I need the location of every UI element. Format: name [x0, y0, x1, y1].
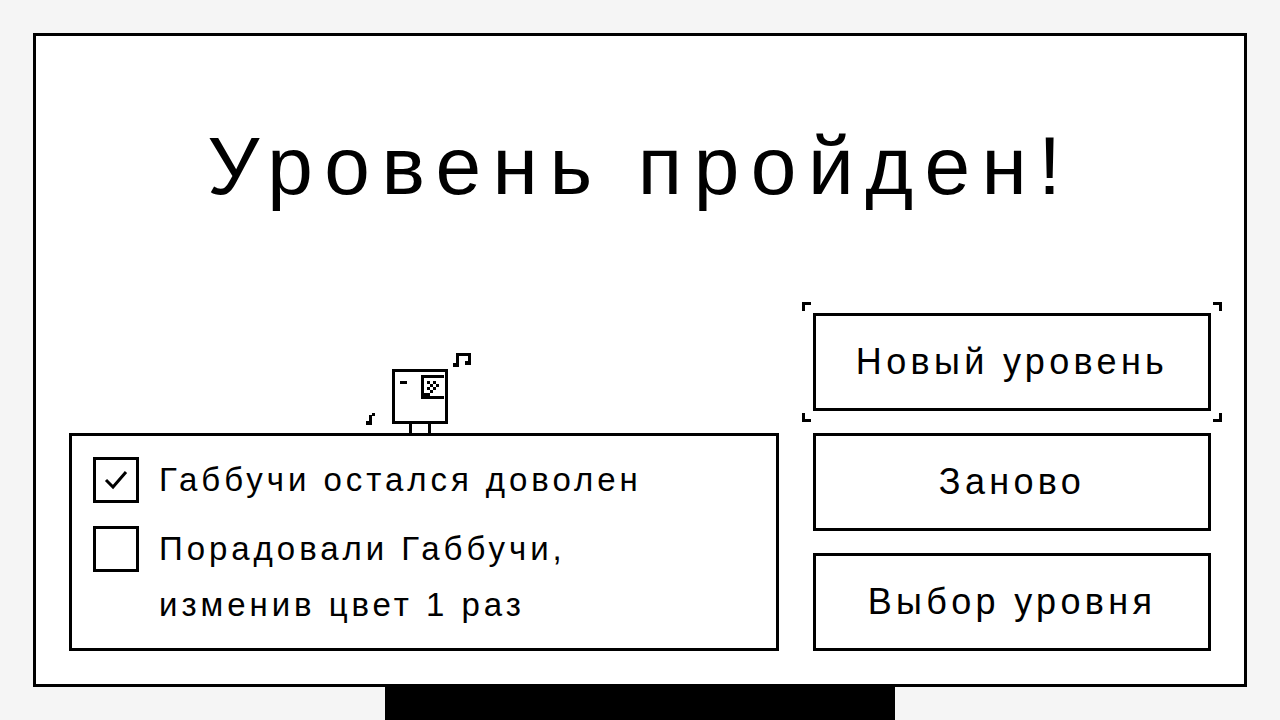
- selection-corner: [802, 413, 811, 422]
- game-screen: Уровень пройден! Габбучи остался доволен П…: [0, 0, 1280, 720]
- goals-column: Габбучи остался доволен Порадовали Габбуч…: [69, 349, 779, 651]
- menu-button[interactable]: Выбор уровня: [813, 553, 1211, 651]
- gabbuchi-character-icon: [365, 349, 475, 433]
- level-complete-panel: Уровень пройден! Габбучи остался доволен П…: [33, 33, 1247, 687]
- selection-corner: [802, 302, 811, 311]
- check-icon: [103, 469, 129, 491]
- menu-button[interactable]: Заново: [813, 433, 1211, 531]
- goal-checkbox: [93, 526, 139, 572]
- goal-row: Габбучи остался доволен: [93, 457, 776, 508]
- menu-button[interactable]: Новый уровень: [813, 313, 1211, 411]
- menu-button-label: Новый уровень: [856, 335, 1168, 389]
- goal-checkbox: [93, 457, 139, 503]
- goal-label: Габбучи остался доволен: [159, 452, 699, 508]
- goal-row: Порадовали Габбучи, изменив цвет 1 раз: [93, 526, 776, 633]
- menu-button-label: Заново: [939, 455, 1085, 509]
- goal-label: Порадовали Габбучи, изменив цвет 1 раз: [159, 521, 699, 633]
- menu-button-label: Выбор уровня: [868, 575, 1157, 629]
- selection-corner: [1213, 302, 1222, 311]
- menu-buttons: Новый уровень Заново Выбор уровня: [813, 313, 1211, 651]
- bottom-bar: [385, 687, 895, 720]
- selection-corner: [1213, 413, 1222, 422]
- level-complete-title: Уровень пройден!: [36, 36, 1244, 216]
- bottom-area: Габбучи остался доволен Порадовали Габбуч…: [36, 216, 1244, 684]
- goals-box: Габбучи остался доволен Порадовали Габбуч…: [69, 433, 779, 651]
